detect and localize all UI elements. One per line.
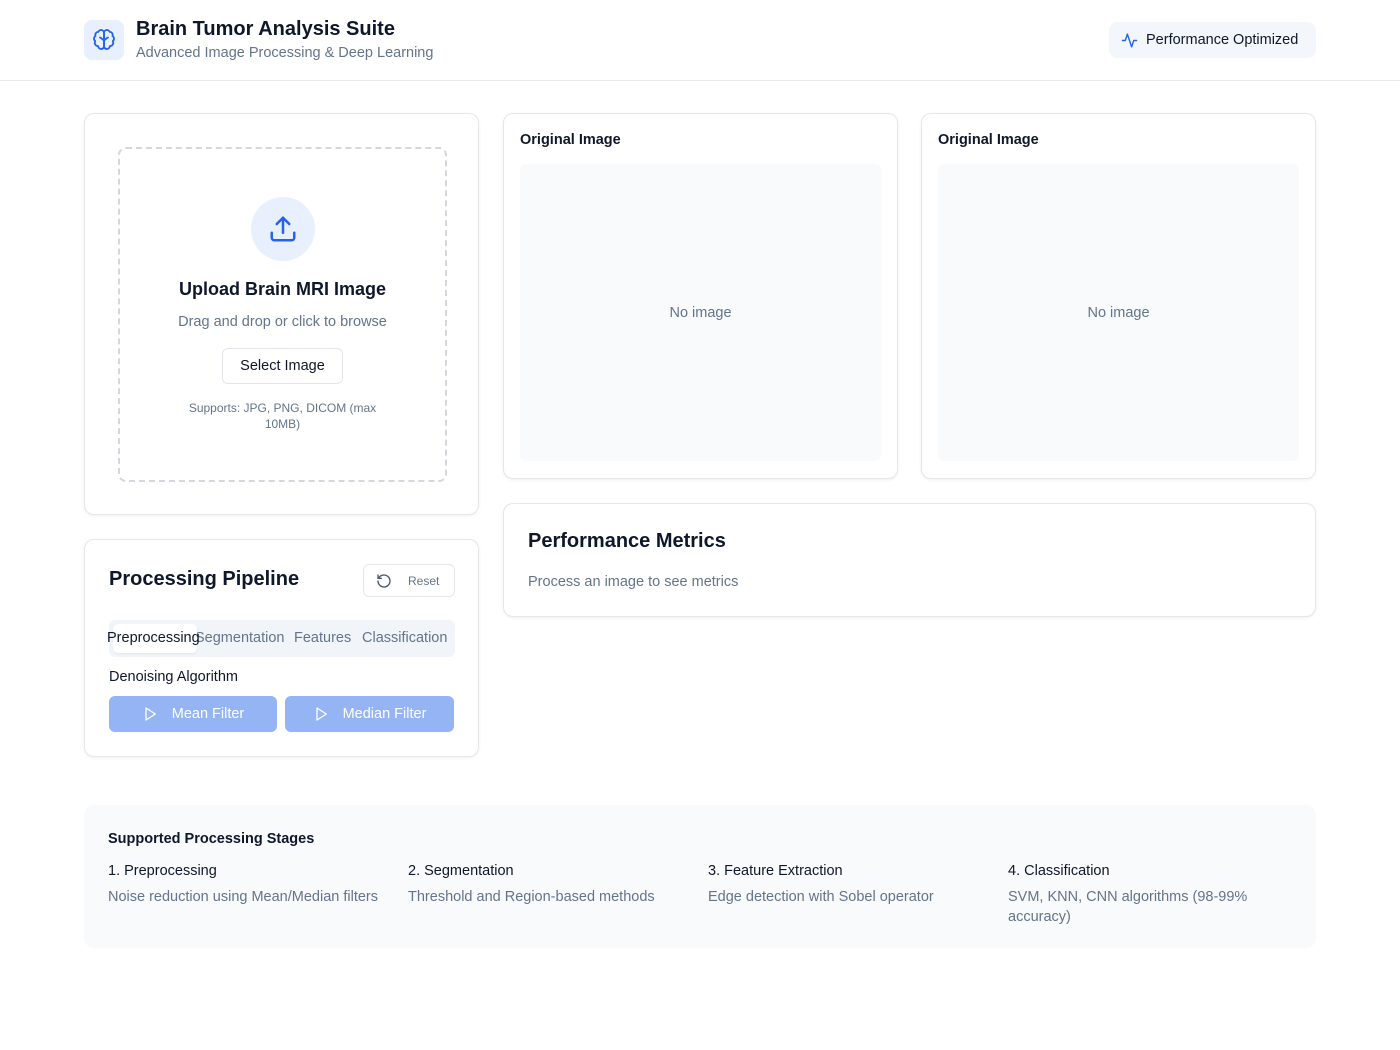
performance-metrics-card: Performance Metrics Process an image to … [503, 503, 1316, 617]
stage-description: Threshold and Region-based methods [408, 889, 655, 905]
median-filter-label: Median Filter [342, 706, 427, 722]
denoising-algorithm-label: Denoising Algorithm [109, 669, 238, 685]
original-image-panel: Original Image No image [503, 113, 898, 479]
brain-icon [93, 29, 115, 50]
panel-title: Original Image [520, 132, 621, 148]
select-image-button[interactable]: Select Image [222, 348, 343, 384]
processed-image-panel: Original Image No image [921, 113, 1316, 479]
upload-icon-circle [251, 197, 315, 261]
stage-item: 1. Preprocessing Noise reduction using M… [108, 863, 378, 907]
reset-button[interactable]: Reset [363, 564, 455, 597]
panel-title: Original Image [938, 132, 1039, 148]
app-title: Brain Tumor Analysis Suite [136, 18, 395, 40]
stage-name: 1. Preprocessing [108, 863, 217, 879]
logo [84, 20, 124, 60]
play-icon [315, 707, 327, 721]
mean-filter-label: Mean Filter [171, 706, 245, 722]
supported-formats: Supports: JPG, PNG, DICOM (max 10MB) [188, 401, 377, 431]
upload-subtitle: Drag and drop or click to browse [178, 314, 387, 330]
stage-item: 2. Segmentation Threshold and Region-bas… [408, 863, 678, 907]
stage-description: SVM, KNN, CNN algorithms (98-99% accurac… [1008, 889, 1248, 925]
metrics-subtitle: Process an image to see metrics [528, 574, 739, 590]
stage-name: 4. Classification [1008, 863, 1110, 879]
mean-filter-button[interactable]: Mean Filter [109, 696, 277, 732]
stages-title: Supported Processing Stages [108, 831, 315, 847]
metrics-title: Performance Metrics [528, 530, 726, 552]
stage-description: Noise reduction using Mean/Median filter… [108, 889, 378, 905]
stage-item: 3. Feature Extraction Edge detection wit… [708, 863, 978, 907]
tab-features[interactable]: Features [294, 620, 351, 657]
image-placeholder: No image [938, 164, 1299, 461]
performance-badge: Performance Optimized [1109, 22, 1316, 58]
upload-card: Upload Brain MRI Image Drag and drop or … [84, 113, 479, 515]
stage-item: 4. Classification SVM, KNN, CNN algorith… [1008, 863, 1278, 927]
stage-name: 3. Feature Extraction [708, 863, 843, 879]
upload-dropzone[interactable]: Upload Brain MRI Image Drag and drop or … [118, 147, 447, 482]
stage-name: 2. Segmentation [408, 863, 514, 879]
upload-icon [270, 216, 296, 242]
tab-preprocessing-label: Preprocessing [107, 630, 200, 646]
app-subtitle: Advanced Image Processing & Deep Learnin… [136, 45, 434, 61]
play-icon [145, 707, 156, 721]
rotate-ccw-icon [377, 573, 391, 588]
upload-title: Upload Brain MRI Image [178, 279, 387, 299]
reset-label: Reset [408, 573, 440, 588]
app-header: Brain Tumor Analysis Suite Advanced Imag… [0, 0, 1400, 81]
tab-preprocessing[interactable]: Preprocessing [107, 624, 200, 653]
pipeline-title: Processing Pipeline [109, 568, 300, 590]
tab-classification[interactable]: Classification [362, 620, 447, 657]
tab-segmentation[interactable]: Segmentation [195, 620, 284, 657]
processing-pipeline-card: Processing Pipeline Reset Segmentation F… [84, 539, 479, 757]
stage-description: Edge detection with Sobel operator [708, 889, 934, 905]
performance-badge-label: Performance Optimized [1146, 32, 1299, 48]
median-filter-button[interactable]: Median Filter [285, 696, 454, 732]
supported-stages-section: Supported Processing Stages 1. Preproces… [84, 805, 1316, 948]
image-placeholder: No image [520, 164, 881, 461]
no-image-text: No image [1087, 304, 1150, 321]
no-image-text: No image [669, 304, 732, 321]
activity-icon [1121, 32, 1138, 48]
pipeline-tabs: Segmentation Features Classification Pre… [107, 620, 455, 657]
